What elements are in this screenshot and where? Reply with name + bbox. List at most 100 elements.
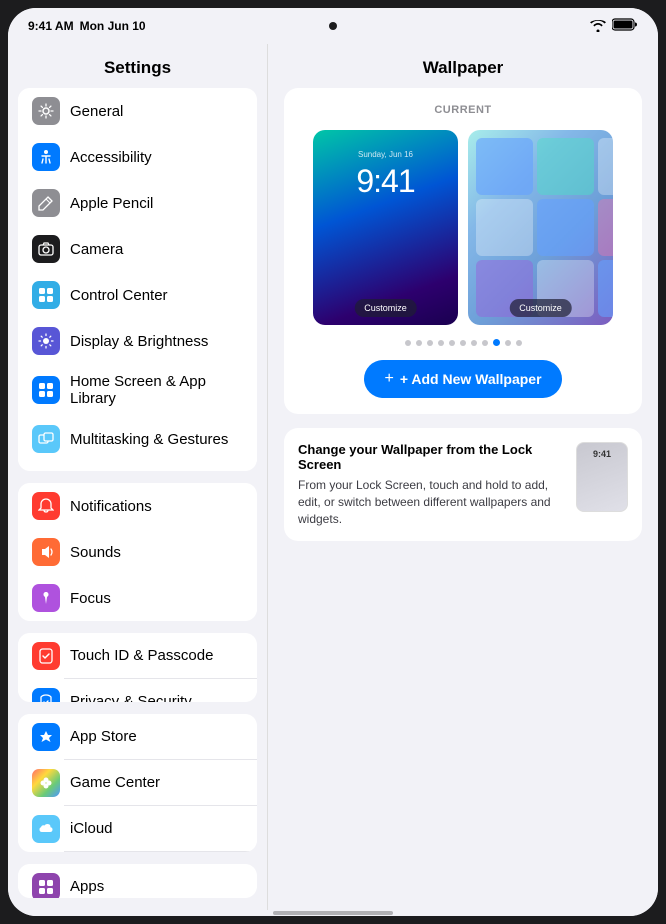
main-content: Settings General Accessibility — [8, 44, 658, 910]
privacy-label: Privacy & Security — [70, 693, 192, 701]
detail-pane: Wallpaper CURRENT Sunday, Jun 16 9:41 Cu… — [268, 44, 658, 910]
wp-date: Sunday, Jun 16 — [358, 150, 413, 159]
sounds-label: Sounds — [70, 544, 121, 561]
notifications-icon — [32, 492, 60, 520]
display-icon — [32, 327, 60, 355]
detail-title: Wallpaper — [268, 44, 658, 88]
multitasking-label: Multitasking & Gestures — [70, 431, 228, 448]
home-screen-icon — [32, 376, 60, 404]
accessibility-label: Accessibility — [70, 149, 152, 166]
icloud-label: iCloud — [70, 820, 113, 837]
apps-label: Apps — [70, 878, 104, 895]
sidebar-item-app-store[interactable]: App Store — [18, 714, 257, 760]
sidebar-group-4: App Store Game Center iCloud — [18, 714, 257, 852]
sidebar-group-5: Apps — [18, 864, 257, 898]
touch-id-icon — [32, 642, 60, 670]
sidebar-item-apps[interactable]: Apps — [18, 864, 257, 898]
lockscreen-customize-btn[interactable]: Customize — [354, 299, 417, 317]
tip-title: Change your Wallpaper from the Lock Scre… — [298, 442, 564, 472]
focus-label: Focus — [70, 590, 111, 607]
focus-icon — [32, 584, 60, 612]
sidebar-item-search[interactable]: Search — [18, 462, 257, 471]
sidebar-item-focus[interactable]: Focus — [18, 575, 257, 621]
wifi-icon — [590, 20, 606, 32]
sidebar-item-icloud[interactable]: iCloud — [18, 806, 257, 852]
homescreen-customize-btn[interactable]: Customize — [509, 299, 572, 317]
sidebar-item-display[interactable]: Display & Brightness — [18, 318, 257, 364]
bottom-bar — [8, 910, 658, 916]
dot-5 — [449, 340, 455, 346]
ipad-frame: 9:41 AM Mon Jun 10 Settings — [8, 8, 658, 916]
wallpaper-content: CURRENT Sunday, Jun 16 9:41 Customize — [268, 88, 658, 910]
current-label: CURRENT — [300, 104, 626, 116]
dot-9 — [493, 339, 500, 346]
status-bar-right — [590, 18, 638, 34]
dot-11 — [516, 340, 522, 346]
accessibility-icon — [32, 143, 60, 171]
sidebar-item-apple-pencil[interactable]: Apple Pencil — [18, 180, 257, 226]
sidebar-item-general[interactable]: General — [18, 88, 257, 134]
plus-icon: + — [384, 370, 393, 388]
sidebar-item-game-center[interactable]: Game Center — [18, 760, 257, 806]
tip-description: From your Lock Screen, touch and hold to… — [298, 477, 564, 527]
add-wallpaper-label: + Add New Wallpaper — [400, 371, 542, 387]
homescreen-preview[interactable]: Customize — [468, 130, 613, 325]
app-store-label: App Store — [70, 728, 137, 745]
dot-7 — [471, 340, 477, 346]
top-notch — [329, 22, 337, 30]
homescreen-bg — [468, 130, 613, 325]
add-wallpaper-button[interactable]: + + Add New Wallpaper — [364, 360, 561, 398]
apps-icon — [32, 873, 60, 898]
dot-6 — [460, 340, 466, 346]
sidebar-group-3: Touch ID & Passcode Privacy & Security — [18, 633, 257, 702]
camera-label: Camera — [70, 241, 123, 258]
sidebar-item-camera[interactable]: Camera — [18, 226, 257, 272]
tip-preview-time: 9:41 — [593, 449, 611, 459]
tip-text: Change your Wallpaper from the Lock Scre… — [298, 442, 564, 527]
sidebar-item-touch-id[interactable]: Touch ID & Passcode — [18, 633, 257, 679]
app-icon-11 — [598, 260, 613, 317]
sidebar-item-notifications[interactable]: Notifications — [18, 483, 257, 529]
game-center-label: Game Center — [70, 774, 160, 791]
app-icon-1 — [476, 138, 533, 195]
sidebar-item-accessibility[interactable]: Accessibility — [18, 134, 257, 180]
sidebar-item-sounds[interactable]: Sounds — [18, 529, 257, 575]
dot-8 — [482, 340, 488, 346]
lockscreen-bg: Sunday, Jun 16 9:41 — [313, 130, 458, 325]
camera-icon — [32, 235, 60, 263]
icloud-icon — [32, 815, 60, 843]
date-display: Mon Jun 10 — [80, 19, 146, 33]
sidebar-group-1: General Accessibility Apple Pencil — [18, 88, 257, 471]
general-icon — [32, 97, 60, 125]
app-store-icon — [32, 723, 60, 751]
sidebar-item-home-screen[interactable]: Home Screen & App Library — [18, 364, 257, 416]
sidebar: Settings General Accessibility — [8, 44, 268, 910]
app-icon-5 — [476, 199, 533, 256]
sidebar-item-multitasking[interactable]: Multitasking & Gestures — [18, 416, 257, 462]
home-indicator — [273, 911, 393, 915]
wallpaper-card: CURRENT Sunday, Jun 16 9:41 Customize — [284, 88, 642, 414]
app-icon-7 — [598, 199, 613, 256]
display-label: Display & Brightness — [70, 333, 208, 350]
tip-preview-image: 9:41 — [576, 442, 628, 512]
status-bar-left: 9:41 AM Mon Jun 10 — [28, 19, 146, 33]
dot-2 — [416, 340, 422, 346]
sounds-icon — [32, 538, 60, 566]
notifications-label: Notifications — [70, 498, 152, 515]
lockscreen-preview[interactable]: Sunday, Jun 16 9:41 Customize — [313, 130, 458, 325]
sidebar-item-control-center[interactable]: Control Center — [18, 272, 257, 318]
battery-display — [612, 18, 638, 34]
privacy-icon — [32, 688, 60, 702]
dots-row — [300, 339, 626, 346]
wallpaper-previews: Sunday, Jun 16 9:41 Customize — [300, 130, 626, 325]
dot-4 — [438, 340, 444, 346]
general-label: General — [70, 103, 123, 120]
app-icon-2 — [537, 138, 594, 195]
control-center-icon — [32, 281, 60, 309]
sidebar-item-privacy[interactable]: Privacy & Security — [18, 679, 257, 702]
app-icon-6 — [537, 199, 594, 256]
apple-pencil-icon — [32, 189, 60, 217]
apple-pencil-label: Apple Pencil — [70, 195, 153, 212]
tip-card: Change your Wallpaper from the Lock Scre… — [284, 428, 642, 541]
control-center-label: Control Center — [70, 287, 168, 304]
